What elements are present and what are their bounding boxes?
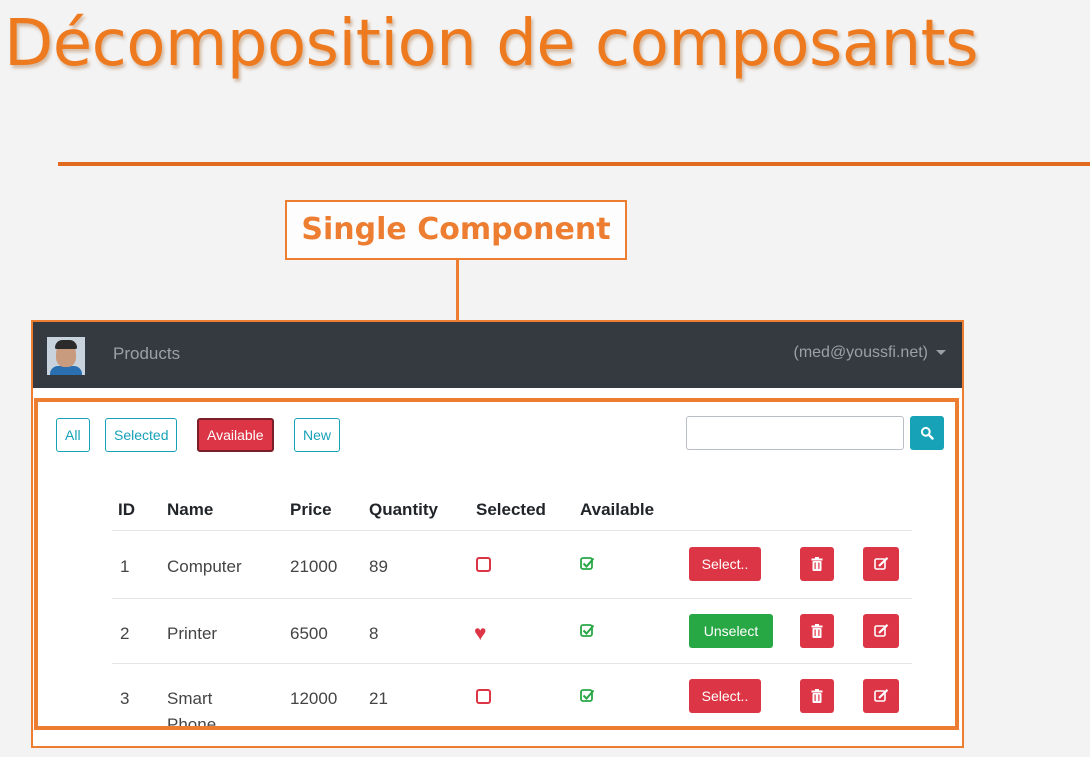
delete-button[interactable] — [800, 547, 834, 581]
cell-id: 2 — [120, 624, 130, 643]
check-square-icon — [580, 689, 595, 702]
cell-name-line1: Smart — [167, 689, 213, 708]
navbar: Products (med@youssfi.net) — [33, 322, 962, 388]
column-header-quantity: Quantity — [369, 500, 438, 519]
unselected-square-icon[interactable] — [476, 557, 491, 572]
table-divider — [112, 598, 912, 599]
new-product-button[interactable]: New — [294, 418, 341, 452]
app-window: Products (med@youssfi.net) All Selected … — [31, 320, 964, 748]
trash-icon — [811, 624, 823, 638]
column-header-id: ID — [118, 500, 135, 519]
cell-price: 6500 — [290, 624, 328, 643]
delete-button[interactable] — [800, 679, 834, 713]
filter-available-button[interactable]: Available — [197, 418, 274, 452]
cell-name: Computer — [167, 557, 242, 576]
delete-button[interactable] — [800, 614, 834, 648]
avatar[interactable] — [47, 337, 85, 375]
user-menu-dropdown[interactable]: (med@youssfi.net) — [793, 344, 946, 362]
filter-selected-button[interactable]: Selected — [105, 418, 178, 452]
trash-icon — [811, 557, 823, 571]
search-button[interactable] — [910, 416, 944, 450]
heart-icon[interactable]: ♥ — [474, 623, 486, 644]
cell-quantity: 89 — [369, 557, 388, 576]
slide-title: Décomposition de composants — [4, 7, 979, 81]
cell-id: 3 — [120, 689, 130, 708]
unselected-square-icon[interactable] — [476, 689, 491, 704]
cell-quantity: 8 — [369, 624, 379, 643]
unselect-button[interactable]: Unselect — [689, 614, 773, 648]
nav-products-link[interactable]: Products — [113, 344, 180, 364]
search-icon — [920, 426, 934, 440]
check-square-icon — [580, 557, 595, 570]
caret-down-icon — [936, 350, 946, 356]
cell-id: 1 — [120, 557, 130, 576]
edit-button[interactable] — [863, 679, 899, 713]
search-input[interactable] — [686, 416, 904, 450]
select-button[interactable]: Select.. — [689, 547, 761, 581]
trash-icon — [811, 689, 823, 703]
edit-icon — [873, 689, 888, 702]
user-email: (med@youssfi.net) — [793, 344, 928, 361]
column-header-price: Price — [290, 500, 332, 519]
cell-name-line2: Phone — [167, 715, 217, 730]
edit-icon — [873, 624, 888, 637]
column-header-selected: Selected — [476, 500, 546, 519]
check-square-icon — [580, 624, 595, 637]
edit-button[interactable] — [863, 614, 899, 648]
cell-quantity: 21 — [369, 689, 388, 708]
edit-button[interactable] — [863, 547, 899, 581]
edit-icon — [873, 557, 888, 570]
title-divider — [58, 162, 1090, 166]
table-divider — [112, 663, 912, 664]
single-component-callout: Single Component — [285, 200, 627, 260]
cell-name: Printer — [167, 624, 218, 643]
select-button[interactable]: Select.. — [689, 679, 761, 713]
cell-price: 12000 — [290, 689, 338, 708]
column-header-available: Available — [580, 500, 655, 519]
column-header-name: Name — [167, 500, 214, 519]
cell-price: 21000 — [290, 557, 338, 576]
table-divider — [112, 530, 912, 531]
single-component-frame: All Selected Available New ID Name Price… — [34, 398, 959, 730]
filter-all-button[interactable]: All — [56, 418, 90, 452]
